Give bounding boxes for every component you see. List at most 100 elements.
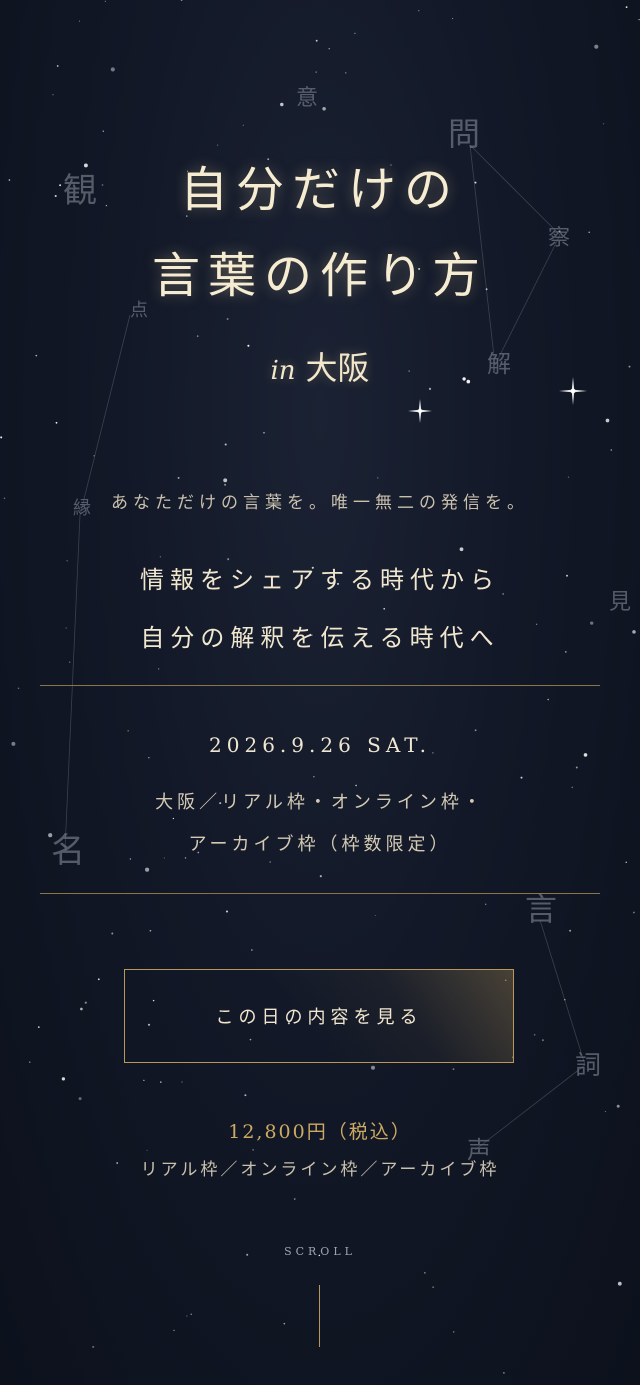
star	[17, 687, 20, 690]
view-details-button[interactable]: この日の内容を見る	[124, 969, 514, 1063]
price: 12,800円（税込）	[228, 1121, 412, 1143]
kanji-bg-mon: 問	[448, 115, 481, 153]
star	[56, 65, 59, 67]
star	[485, 903, 487, 905]
star	[283, 1322, 286, 1325]
page-title-line-1: 自分だけの	[179, 162, 460, 218]
star	[29, 1061, 31, 1063]
scroll-indicator-line	[319, 1285, 320, 1347]
star	[37, 1026, 40, 1028]
star	[533, 1033, 536, 1036]
star	[603, 123, 605, 125]
star	[104, 0, 106, 2]
star	[159, 1081, 162, 1083]
star	[503, 1372, 505, 1374]
star	[55, 421, 58, 424]
star	[541, 1039, 544, 1042]
star	[226, 318, 229, 320]
star	[244, 1094, 247, 1097]
star	[453, 1331, 455, 1333]
star	[97, 978, 100, 981]
star	[111, 932, 114, 935]
event-venue-line-1: 大阪／リアル枠・オンライン枠・	[155, 792, 485, 813]
star	[172, 817, 175, 820]
page-title-line-2: 言葉の作り方	[151, 248, 488, 304]
star	[102, 130, 105, 132]
star	[173, 1329, 175, 1332]
star	[575, 766, 578, 769]
star	[315, 39, 318, 42]
divider-bottom	[40, 893, 600, 894]
star	[564, 651, 567, 653]
star	[251, 949, 253, 951]
subtitle-in: in	[270, 356, 296, 386]
star	[377, 477, 379, 479]
star	[502, 592, 505, 595]
star	[180, 0, 183, 1]
star	[315, 71, 317, 73]
star	[78, 1097, 82, 1101]
star	[383, 607, 386, 610]
star	[242, 124, 244, 126]
event-date: 2026.9.26 SAT.	[209, 733, 431, 757]
star	[535, 623, 538, 625]
star	[186, 1315, 188, 1317]
star	[354, 32, 356, 35]
kanji-bg-i: 意	[296, 86, 319, 111]
star	[79, 20, 81, 22]
subtitle-city: 大阪	[305, 349, 370, 387]
star	[0, 436, 3, 439]
star	[159, 556, 162, 558]
sparkle-star-1	[408, 399, 432, 423]
star	[374, 914, 376, 916]
star	[267, 158, 270, 161]
star	[319, 875, 322, 878]
event-venue-line-2: アーカイブ枠（枠数限定）	[188, 834, 452, 855]
star	[80, 1007, 83, 1011]
star	[223, 478, 228, 483]
star	[216, 144, 219, 146]
star	[605, 418, 610, 423]
star	[129, 858, 132, 860]
star	[459, 547, 464, 552]
star	[61, 1077, 66, 1081]
kanji-bg-shi: 詞	[575, 1051, 602, 1081]
star	[224, 443, 227, 446]
star	[632, 911, 635, 914]
hero-section: 意 問 観 察 点 解 縁 見 名 言 詞 声 自分だけの 言葉の作り方 in 大…	[0, 0, 640, 1385]
star	[92, 1345, 95, 1348]
star	[148, 757, 150, 759]
star	[418, 10, 420, 12]
location-subtitle: in 大阪	[0, 352, 640, 384]
star	[594, 44, 599, 49]
star	[252, 1149, 254, 1151]
star	[452, 18, 454, 20]
star	[520, 776, 523, 779]
tagline: あなただけの言葉を。唯一無二の発信を。	[111, 493, 529, 513]
view-details-button-label: この日の内容を見る	[215, 1007, 423, 1028]
lead-line-2: 自分の解釈を伝える時代へ	[140, 624, 500, 652]
star	[588, 231, 591, 234]
star	[184, 857, 187, 859]
star	[428, 387, 432, 390]
star	[370, 1065, 376, 1070]
star	[452, 1068, 455, 1071]
star	[280, 102, 284, 107]
star	[569, 929, 572, 932]
kanji-bg-koto: 言	[525, 890, 558, 928]
star	[93, 455, 95, 457]
star	[293, 1198, 296, 1200]
star	[474, 729, 477, 732]
star	[616, 1104, 620, 1108]
star	[590, 621, 594, 625]
star	[247, 344, 250, 347]
star	[110, 67, 115, 72]
star	[571, 786, 573, 788]
scroll-indicator-label[interactable]: SCROLL	[0, 1246, 640, 1257]
star	[163, 857, 165, 859]
star	[146, 1149, 148, 1151]
plan-types: リアル枠／オンライン枠／アーカイブ枠	[140, 1160, 500, 1180]
star	[84, 1001, 87, 1004]
star	[269, 861, 271, 863]
star	[227, 558, 230, 561]
